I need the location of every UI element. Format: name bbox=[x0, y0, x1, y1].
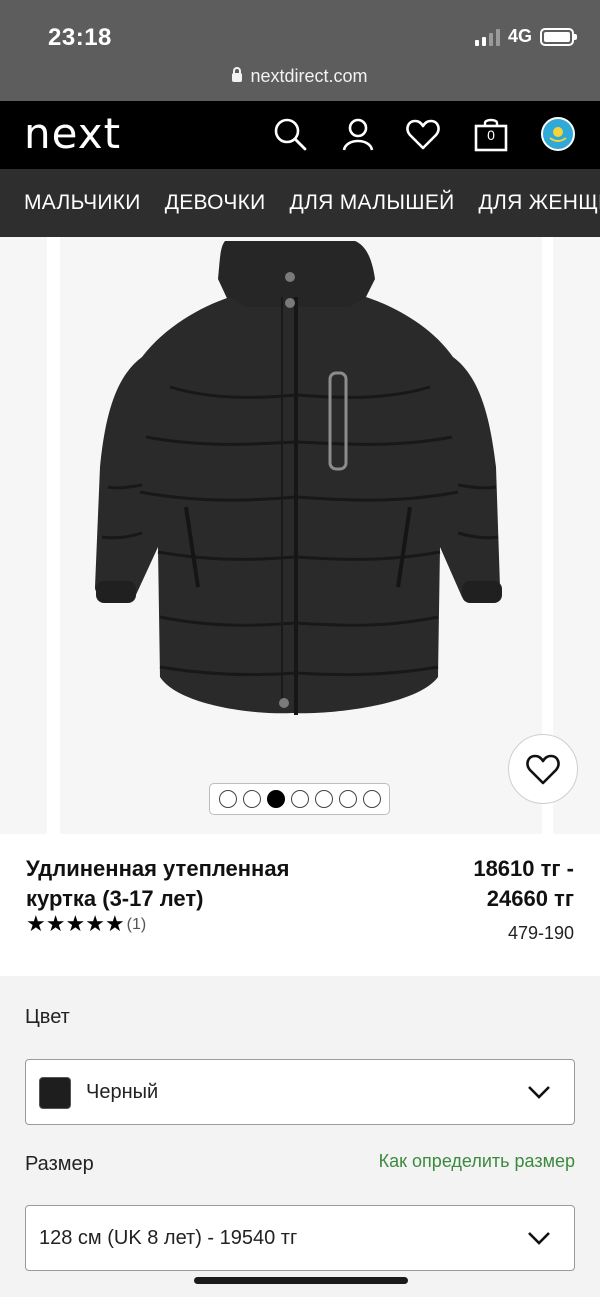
star-icon: ★ bbox=[104, 912, 125, 937]
previous-product-image[interactable] bbox=[0, 237, 47, 834]
site-header: next 0 bbox=[0, 101, 600, 169]
product-code: 479-190 bbox=[507, 923, 574, 943]
chevron-down-icon bbox=[528, 1232, 550, 1245]
gallery-dot[interactable] bbox=[338, 790, 357, 808]
battery-icon bbox=[540, 27, 577, 46]
signal-icon bbox=[474, 28, 500, 46]
bag-icon[interactable]: 0 bbox=[471, 114, 511, 154]
next-logo[interactable]: next bbox=[24, 109, 121, 158]
product-rating[interactable]: ★★★★★ (1) bbox=[26, 914, 146, 936]
bag-count: 0 bbox=[487, 127, 495, 143]
color-swatch bbox=[39, 1077, 71, 1109]
nav-item-baby[interactable]: ДЛЯ МАЛЫШЕЙ bbox=[266, 191, 455, 215]
product-info: Удлиненная утепленная куртка (3-17 лет) … bbox=[0, 834, 600, 976]
star-icon: ★ bbox=[45, 912, 66, 937]
category-nav: МАЛЬЧИКИ ДЕВОЧКИ ДЛЯ МАЛЫШЕЙ ДЛЯ ЖЕНЩИН bbox=[0, 169, 600, 237]
star-icon: ★ bbox=[85, 912, 105, 937]
browser-status-bar: 23:18 4G nextdirect.com bbox=[0, 0, 600, 101]
color-select[interactable]: Черный bbox=[25, 1059, 575, 1125]
size-value: 128 см (UK 8 лет) - 19540 тг bbox=[39, 1227, 298, 1249]
url-bar[interactable]: nextdirect.com bbox=[0, 66, 600, 87]
status-indicators: 4G bbox=[474, 26, 577, 47]
color-label: Цвет bbox=[25, 1006, 70, 1028]
nav-item-boys[interactable]: МАЛЬЧИКИ bbox=[0, 191, 141, 215]
status-time: 23:18 bbox=[48, 24, 112, 51]
nav-item-women[interactable]: ДЛЯ ЖЕНЩИН bbox=[455, 191, 600, 215]
gallery-dot[interactable] bbox=[266, 790, 285, 808]
gallery-dot[interactable] bbox=[314, 790, 333, 808]
review-count: (1) bbox=[126, 916, 147, 933]
jacket-image bbox=[94, 241, 502, 715]
url-text: nextdirect.com bbox=[250, 66, 368, 86]
lock-icon bbox=[232, 67, 243, 82]
country-flag-icon[interactable] bbox=[538, 114, 578, 154]
network-type: 4G bbox=[507, 26, 532, 46]
star-icon: ★ bbox=[65, 912, 86, 937]
gallery-dot[interactable] bbox=[290, 790, 309, 808]
size-select[interactable]: 128 см (UK 8 лет) - 19540 тг bbox=[25, 1205, 575, 1271]
search-icon[interactable] bbox=[270, 114, 310, 154]
gallery-pagination bbox=[209, 783, 390, 815]
product-gallery[interactable] bbox=[0, 237, 600, 834]
product-options: Цвет Черный Размер Как определить размер… bbox=[0, 976, 600, 1297]
nav-item-girls[interactable]: ДЕВОЧКИ bbox=[141, 191, 266, 215]
add-to-wishlist-button[interactable] bbox=[508, 734, 578, 804]
wishlist-icon[interactable] bbox=[403, 114, 443, 154]
product-image[interactable] bbox=[60, 237, 542, 834]
size-label: Размер bbox=[25, 1153, 94, 1175]
product-title: Удлиненная утепленная куртка (3-17 лет) bbox=[26, 856, 290, 911]
product-price: 18610 тг - 24660 тг bbox=[473, 856, 574, 911]
gallery-dot[interactable] bbox=[218, 790, 237, 808]
star-icon: ★ bbox=[26, 912, 46, 937]
home-indicator[interactable] bbox=[194, 1277, 408, 1284]
heart-icon bbox=[526, 754, 560, 785]
gallery-dot[interactable] bbox=[242, 790, 261, 808]
rating-stars: ★★★★★ bbox=[26, 914, 125, 936]
account-icon[interactable] bbox=[338, 114, 378, 154]
gallery-dot[interactable] bbox=[362, 790, 381, 808]
chevron-down-icon bbox=[528, 1086, 550, 1099]
size-guide-link[interactable]: Как определить размер bbox=[379, 1151, 575, 1172]
color-value: Черный bbox=[86, 1081, 159, 1103]
